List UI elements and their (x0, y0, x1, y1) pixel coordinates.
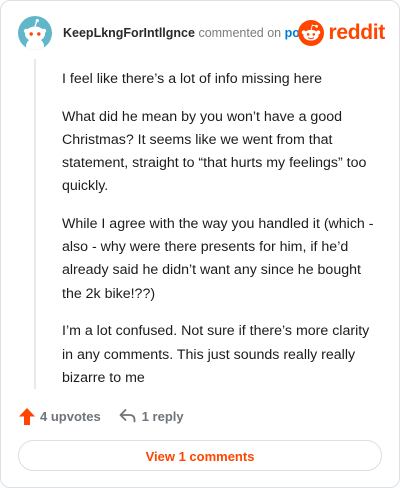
comment-paragraph: What did he mean by you won’t have a goo… (62, 108, 367, 195)
reddit-brand[interactable]: reddit (298, 19, 385, 47)
view-comments-button[interactable]: View 1 comments (18, 440, 382, 471)
comment-actions: 4 upvotes 1 reply (19, 405, 184, 427)
comment-meta: KeepLkngForIntllgnce commented on post (63, 26, 311, 40)
comment-card: KeepLkngForIntllgnce commented on post r… (0, 0, 400, 488)
comment-action-text: commented on (198, 26, 282, 40)
comment-paragraph: While I agree with the way you handled i… (62, 216, 374, 302)
comment-paragraph: I’m a lot confused. Not sure if there’s … (62, 323, 370, 386)
snoo-avatar-icon[interactable] (18, 16, 52, 50)
thread-line (34, 59, 36, 389)
replies-count: 1 reply (141, 408, 184, 424)
upvotes-count: 4 upvotes (40, 408, 101, 424)
reddit-wordmark: reddit (328, 21, 385, 44)
comment-paragraph: I feel like there’s a lot of info missin… (62, 71, 322, 87)
comment-body: I feel like there’s a lot of info missin… (62, 68, 382, 404)
comment-username[interactable]: KeepLkngForIntllgnce (63, 26, 195, 40)
reddit-logo-icon (298, 20, 325, 46)
upvote-button[interactable]: 4 upvotes (19, 407, 101, 425)
comment-header: KeepLkngForIntllgnce commented on post r… (18, 16, 385, 50)
upvote-arrow-icon (19, 407, 35, 425)
reply-arrow-icon (119, 409, 136, 423)
reply-button[interactable]: 1 reply (119, 409, 184, 424)
